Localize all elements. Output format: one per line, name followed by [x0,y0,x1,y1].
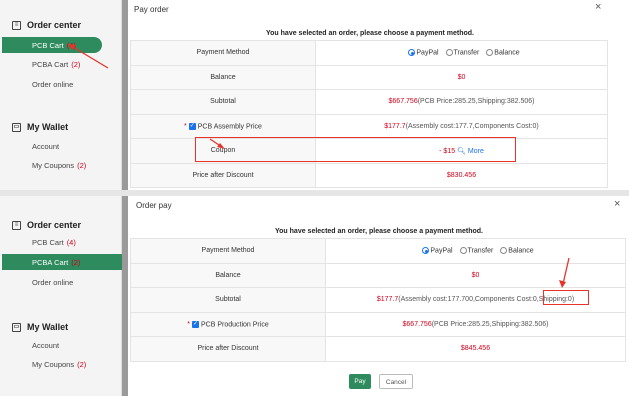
annotation-arrow-line [67,43,109,69]
pay-order-screenshot-panel: ≡ Order center PCB Cart(4) PCBA Cart(2) … [0,0,629,190]
pay-button[interactable]: Pay [349,374,371,389]
order-pay-screenshot-panel: ≡ Order center PCB Cart (4) PCBA Cart (2) … [0,196,629,396]
annotation-arrows [559,257,570,288]
annotation-arrows [67,43,225,149]
annotation-arrow-head [68,44,76,50]
annotation-arrow-line [562,257,570,285]
cancel-button[interactable]: Cancel [379,374,413,389]
annotation-arrow-head [559,280,566,288]
